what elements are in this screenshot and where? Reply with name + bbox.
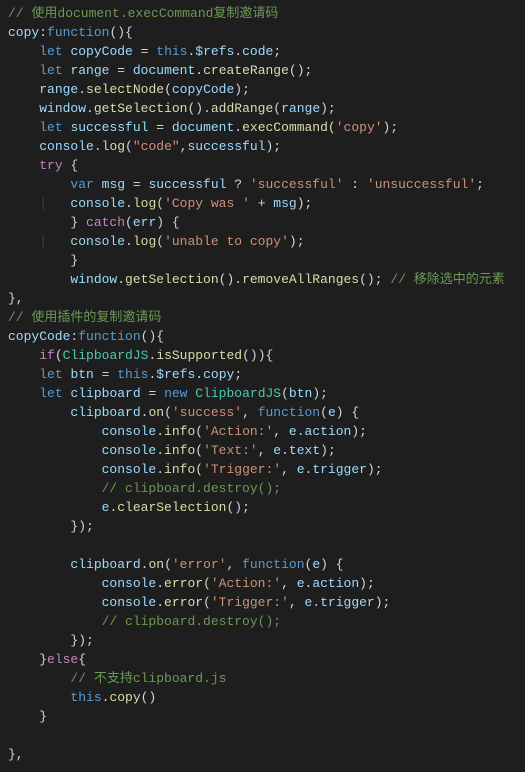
code-line: }, xyxy=(8,745,517,764)
code-line: let copyCode = this.$refs.code; xyxy=(8,42,517,61)
code-line xyxy=(8,536,517,555)
code-line: }); xyxy=(8,631,517,650)
code-line: console.info('Action:', e.action); xyxy=(8,422,517,441)
code-line: }else{ xyxy=(8,650,517,669)
code-line: clipboard.on('success', function(e) { xyxy=(8,403,517,422)
code-line: try { xyxy=(8,156,517,175)
code-line: // 使用插件的复制邀请码 xyxy=(8,308,517,327)
code-line: }); xyxy=(8,517,517,536)
code-line: console.error('Action:', e.action); xyxy=(8,574,517,593)
code-line: }, xyxy=(8,289,517,308)
code-line: // 使用document.execCommand复制邀请码 xyxy=(8,4,517,23)
code-line: let clipboard = new ClipboardJS(btn); xyxy=(8,384,517,403)
code-line: if(ClipboardJS.isSupported()){ xyxy=(8,346,517,365)
code-line: // clipboard.destroy(); xyxy=(8,612,517,631)
code-line: range.selectNode(copyCode); xyxy=(8,80,517,99)
code-block: // 使用document.execCommand复制邀请码copy:funct… xyxy=(8,4,517,764)
code-line: let range = document.createRange(); xyxy=(8,61,517,80)
code-line: let successful = document.execCommand('c… xyxy=(8,118,517,137)
code-line: copyCode:function(){ xyxy=(8,327,517,346)
code-line: } xyxy=(8,251,517,270)
code-line: console.info('Trigger:', e.trigger); xyxy=(8,460,517,479)
code-line: let btn = this.$refs.copy; xyxy=(8,365,517,384)
code-line: copy:function(){ xyxy=(8,23,517,42)
code-line: e.clearSelection(); xyxy=(8,498,517,517)
code-line: } xyxy=(8,707,517,726)
code-line: window.getSelection().removeAllRanges();… xyxy=(8,270,517,289)
code-line: var msg = successful ? 'successful' : 'u… xyxy=(8,175,517,194)
code-line: | console.log('unable to copy'); xyxy=(8,232,517,251)
code-line: } catch(err) { xyxy=(8,213,517,232)
code-line: console.log("code",successful); xyxy=(8,137,517,156)
code-line: console.info('Text:', e.text); xyxy=(8,441,517,460)
code-line xyxy=(8,726,517,745)
code-line: // clipboard.destroy(); xyxy=(8,479,517,498)
code-line: this.copy() xyxy=(8,688,517,707)
code-line: window.getSelection().addRange(range); xyxy=(8,99,517,118)
code-line: | console.log('Copy was ' + msg); xyxy=(8,194,517,213)
code-line: // 不支持clipboard.js xyxy=(8,669,517,688)
code-line: clipboard.on('error', function(e) { xyxy=(8,555,517,574)
code-line: console.error('Trigger:', e.trigger); xyxy=(8,593,517,612)
